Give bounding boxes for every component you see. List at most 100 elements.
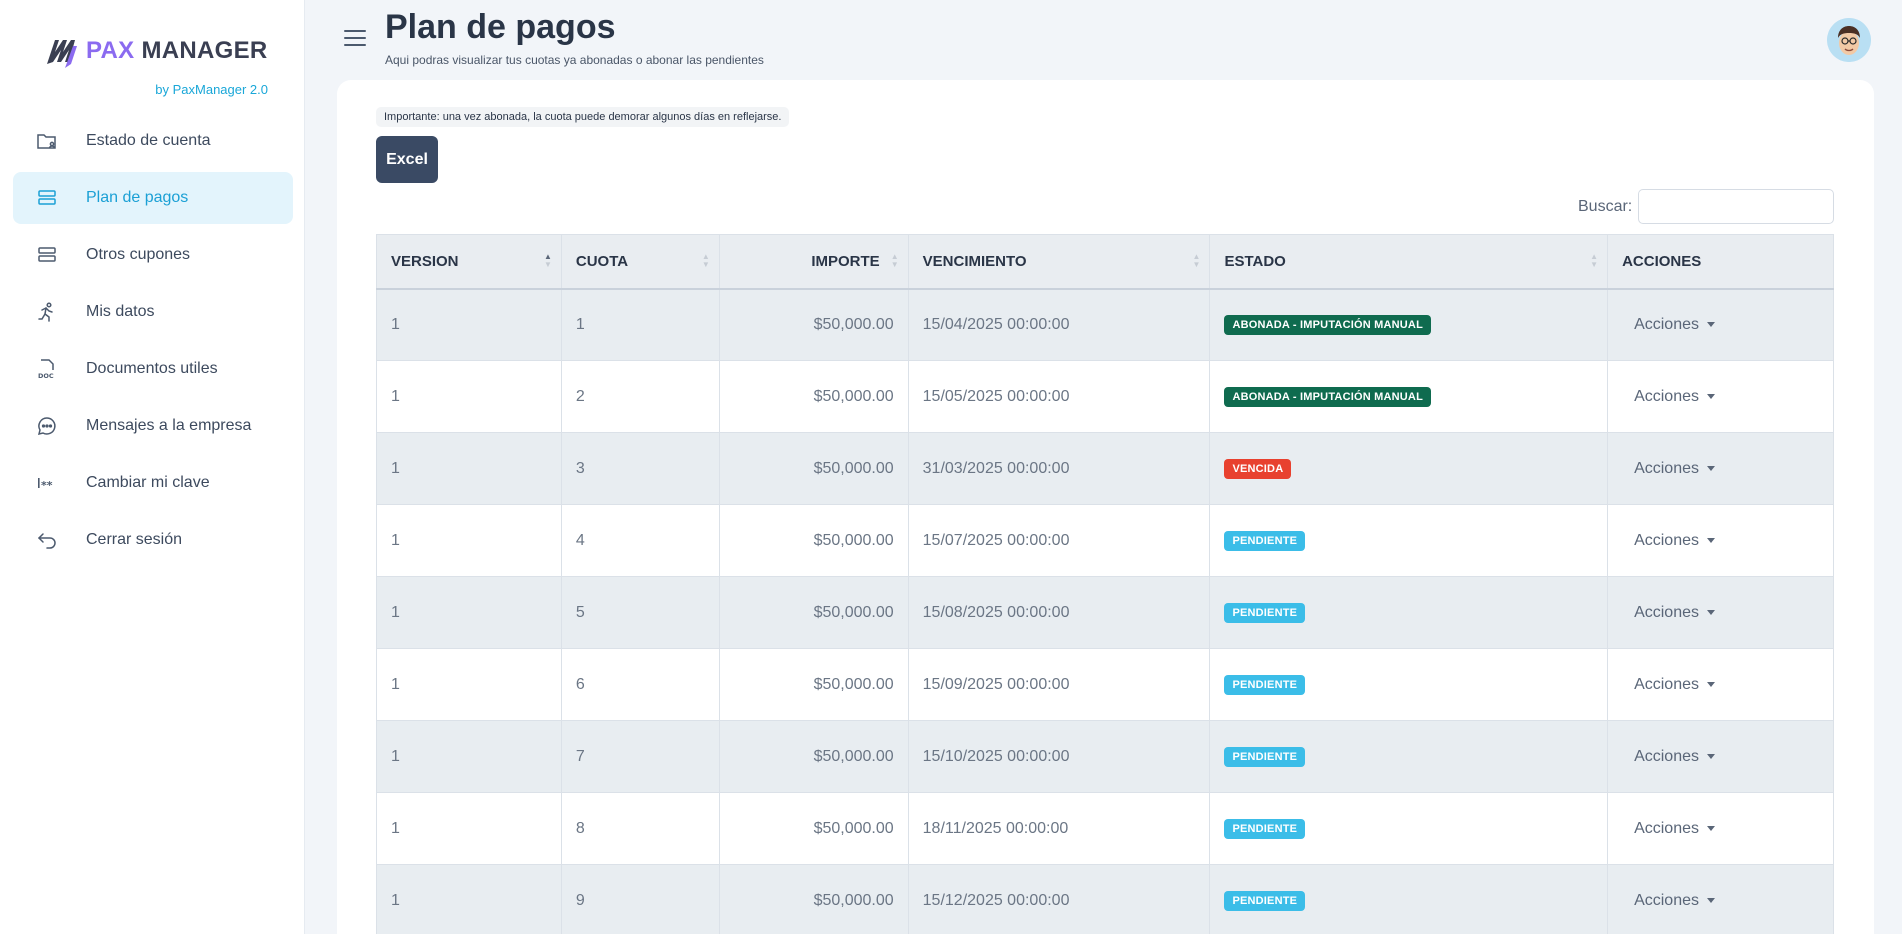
sidebar-item-label: Estado de cuenta: [86, 132, 211, 149]
cell-version: 1: [376, 576, 562, 649]
cell-estado: PENDIENTE: [1209, 648, 1609, 721]
actions-dropdown[interactable]: Acciones: [1622, 892, 1715, 910]
svg-text:DOC: DOC: [38, 372, 54, 380]
actions-dropdown[interactable]: Acciones: [1622, 676, 1715, 694]
actions-dropdown[interactable]: Acciones: [1622, 748, 1715, 766]
cell-cuota: 5: [560, 576, 720, 649]
sort-icon: ▲ ▼: [1192, 252, 1201, 270]
actions-dropdown[interactable]: Acciones: [1622, 820, 1715, 838]
col-header-version[interactable]: VERSION ▲ ▼: [376, 234, 562, 290]
status-badge: PENDIENTE: [1224, 530, 1306, 551]
col-header-cuota[interactable]: CUOTA ▲ ▼: [560, 234, 720, 290]
actions-label: Acciones: [1634, 819, 1699, 837]
sidebar-item-label: Mis datos: [86, 303, 155, 320]
sidebar-item-label: Cambiar mi clave: [86, 474, 210, 491]
cell-importe: $50,000.00: [718, 504, 909, 577]
status-badge: PENDIENTE: [1224, 602, 1306, 623]
sidebar: PAX MANAGER by PaxManager 2.0 Estado de …: [0, 0, 305, 934]
sidebar-item-mensajes[interactable]: Mensajes a la empresa: [13, 400, 293, 452]
server-stack-icon: [36, 244, 58, 266]
sort-icon: ▲ ▼: [890, 252, 899, 270]
status-badge: ABONADA - IMPUTACIÓN MANUAL: [1224, 314, 1431, 335]
table-row: 1 5 $50,000.00 15/08/2025 00:00:00 PENDIENTE…: [376, 576, 1834, 649]
sidebar-item-label: Plan de pagos: [86, 189, 189, 206]
actions-label: Acciones: [1634, 531, 1699, 549]
sidebar-item-label: Cerrar sesión: [86, 531, 183, 548]
cell-acciones: Acciones: [1607, 504, 1834, 577]
col-header-estado[interactable]: ESTADO ▲ ▼: [1209, 234, 1609, 290]
user-avatar[interactable]: [1827, 18, 1871, 62]
sidebar-item-cerrar-sesion[interactable]: Cerrar sesión: [13, 514, 293, 566]
excel-export-button[interactable]: Excel: [376, 136, 438, 183]
brand-name: PAX MANAGER: [86, 37, 268, 64]
cell-importe: $50,000.00: [718, 864, 909, 934]
cell-estado: PENDIENTE: [1209, 792, 1609, 865]
actions-dropdown[interactable]: Acciones: [1622, 460, 1715, 478]
cell-importe: $50,000.00: [718, 360, 909, 433]
status-badge: PENDIENTE: [1224, 818, 1306, 839]
brand-logo[interactable]: PAX MANAGER: [45, 32, 268, 70]
cell-version: 1: [376, 720, 562, 793]
cell-cuota: 7: [560, 720, 720, 793]
cell-vencimiento: 15/12/2025 00:00:00: [907, 864, 1211, 934]
sidebar-item-estado-de-cuenta[interactable]: Estado de cuenta: [13, 115, 293, 167]
sidebar-item-label: Documentos utiles: [86, 360, 218, 377]
table-row: 1 6 $50,000.00 15/09/2025 00:00:00 PENDIENTE…: [376, 648, 1834, 721]
sidebar-item-otros-cupones[interactable]: Otros cupones: [13, 229, 293, 281]
table-row: 1 4 $50,000.00 15/07/2025 00:00:00 PENDIENTE…: [376, 504, 1834, 577]
sidebar-item-plan-de-pagos[interactable]: Plan de pagos: [13, 172, 293, 224]
hamburger-line: [344, 37, 366, 39]
table-body: 1 1 $50,000.00 15/04/2025 00:00:00 ABONADA -…: [376, 288, 1834, 934]
cell-estado: PENDIENTE: [1209, 864, 1609, 934]
col-header-importe[interactable]: IMPORTE ▲ ▼: [718, 234, 909, 290]
cell-cuota: 4: [560, 504, 720, 577]
payments-table: VERSION ▲ ▼ CUOTA ▲ ▼ IMPORTE ▲ ▼ VENCIMIENTO ▲…: [376, 234, 1834, 934]
caret-down-icon: [1707, 610, 1715, 615]
actions-dropdown[interactable]: Acciones: [1622, 604, 1715, 622]
sort-asc-icon: ▲ ▼: [543, 252, 552, 270]
cell-version: 1: [376, 792, 562, 865]
search-label: Buscar:: [1578, 198, 1633, 215]
table-row: 1 7 $50,000.00 15/10/2025 00:00:00 PENDIENTE…: [376, 720, 1834, 793]
cell-acciones: Acciones: [1607, 648, 1834, 721]
chat-bubble-icon: [36, 415, 58, 437]
cell-acciones: Acciones: [1607, 792, 1834, 865]
sidebar-item-documentos-utiles[interactable]: DOC Documentos utiles: [13, 343, 293, 395]
cell-estado: ABONADA - IMPUTACIÓN MANUAL: [1209, 360, 1609, 433]
caret-down-icon: [1707, 826, 1715, 831]
server-stack-icon: [36, 187, 58, 209]
cell-vencimiento: 15/05/2025 00:00:00: [907, 360, 1211, 433]
col-header-vencimiento[interactable]: VENCIMIENTO ▲ ▼: [907, 234, 1211, 290]
cell-vencimiento: 18/11/2025 00:00:00: [907, 792, 1211, 865]
cell-vencimiento: 15/08/2025 00:00:00: [907, 576, 1211, 649]
search-input[interactable]: [1638, 189, 1834, 224]
sidebar-item-mis-datos[interactable]: Mis datos: [13, 286, 293, 338]
svg-text:**: **: [41, 479, 53, 492]
caret-down-icon: [1707, 682, 1715, 687]
table-row: 1 2 $50,000.00 15/05/2025 00:00:00 ABONADA -…: [376, 360, 1834, 433]
sidebar-item-cambiar-clave[interactable]: ** Cambiar mi clave: [13, 457, 293, 509]
cell-importe: $50,000.00: [718, 576, 909, 649]
avatar-face-icon: [1827, 18, 1871, 62]
cell-estado: VENCIDA: [1209, 432, 1609, 505]
page-subtitle: Aqui podras visualizar tus cuotas ya abo…: [385, 53, 764, 67]
cell-cuota: 8: [560, 792, 720, 865]
doc-file-icon: DOC: [36, 358, 58, 380]
actions-dropdown[interactable]: Acciones: [1622, 316, 1715, 334]
brand-subtitle: by PaxManager 2.0: [155, 82, 268, 97]
sidebar-item-label: Mensajes a la empresa: [86, 417, 252, 434]
cell-cuota: 6: [560, 648, 720, 721]
actions-dropdown[interactable]: Acciones: [1622, 532, 1715, 550]
cell-cuota: 3: [560, 432, 720, 505]
sidebar-nav: Estado de cuenta Plan de pagos Otros cup…: [13, 115, 293, 571]
caret-down-icon: [1707, 898, 1715, 903]
cell-acciones: Acciones: [1607, 864, 1834, 934]
caret-down-icon: [1707, 538, 1715, 543]
actions-label: Acciones: [1634, 459, 1699, 477]
cell-version: 1: [376, 360, 562, 433]
sidebar-item-label: Otros cupones: [86, 246, 191, 263]
lightning-logo-icon: [47, 40, 77, 68]
actions-dropdown[interactable]: Acciones: [1622, 388, 1715, 406]
menu-toggle-button[interactable]: [344, 28, 366, 48]
cell-importe: $50,000.00: [718, 792, 909, 865]
